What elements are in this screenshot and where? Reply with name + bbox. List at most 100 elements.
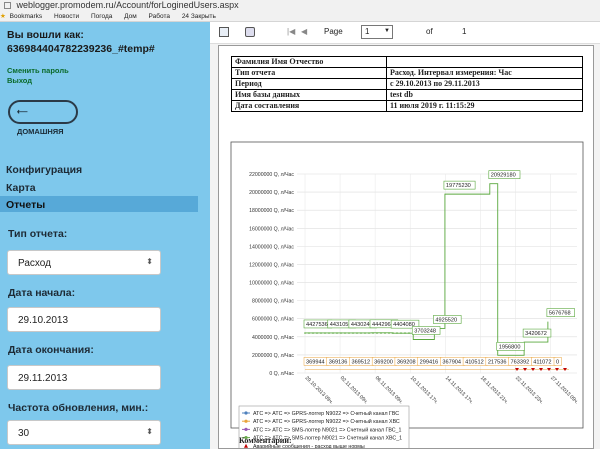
y-tick-label: 10000000 Q, л/Час xyxy=(249,281,294,287)
data-label: 369200 xyxy=(374,359,393,365)
data-label-group: 369512 xyxy=(349,357,375,366)
bookmark-item[interactable]: Работа xyxy=(149,13,170,20)
data-label: 369512 xyxy=(351,359,370,365)
refresh-rate-value: 30 xyxy=(18,428,30,439)
bookmark-item[interactable]: 24 Закрыть xyxy=(182,13,216,20)
y-tick-label: 22000000 Q, л/Час xyxy=(249,172,294,178)
x-tick-label: 10.11.2013 17ч. xyxy=(409,375,439,405)
series-point xyxy=(308,332,310,334)
data-label-group: 367904 xyxy=(440,357,466,366)
star-icon: ★ xyxy=(0,13,6,20)
print-icon[interactable] xyxy=(245,27,255,37)
table-row: Дата составления 11 июля 2019 г. 11:15:29 xyxy=(231,100,583,112)
start-date-value: 29.10.2013 xyxy=(18,315,69,326)
data-label-group: 763392 xyxy=(508,357,534,366)
series-point xyxy=(340,332,342,334)
data-label: 4404080 xyxy=(393,322,415,328)
page-total: 1 xyxy=(462,27,467,36)
table-row: Фамилия Имя Отчество xyxy=(231,56,583,68)
series-point xyxy=(376,332,378,334)
table-cell: 11 июля 2019 г. 11:15:29 xyxy=(386,100,583,112)
y-tick-label: 0 Q, л/Час xyxy=(269,371,294,377)
x-tick-label: 14.11.2013 17ч. xyxy=(444,375,474,405)
data-label: 4431056 xyxy=(330,322,352,328)
end-date-input[interactable]: 29.11.2013 xyxy=(7,365,161,390)
series-point xyxy=(392,332,394,334)
updown-icon: ⬍ xyxy=(146,427,153,436)
table-cell: Расход. Интервал измерения: Час xyxy=(386,67,583,79)
y-tick-label: 20000000 Q, л/Час xyxy=(249,190,294,196)
x-tick-label: 18.11.2013 21ч. xyxy=(479,375,509,405)
y-tick-label: 18000000 Q, л/Час xyxy=(249,208,294,214)
menu-item-config[interactable]: Конфигурация xyxy=(6,164,82,176)
user-id: 636984404782239236_#temp# xyxy=(7,43,155,55)
address-bar[interactable]: weblogger.promodem.ru/Account/forLogined… xyxy=(0,0,600,11)
url-text: weblogger.promodem.ru/Account/forLogined… xyxy=(16,0,239,10)
series-point xyxy=(344,332,346,334)
series-point xyxy=(316,332,318,334)
series-point xyxy=(356,332,358,334)
logout-link[interactable]: Выход xyxy=(7,76,32,85)
data-label-group: 411072 xyxy=(531,357,556,366)
data-label: 217536 xyxy=(488,359,507,365)
data-label: 4430240 xyxy=(351,322,373,328)
report-type-select[interactable]: Расход ⬍ xyxy=(7,250,161,275)
start-date-input[interactable]: 29.10.2013 xyxy=(7,307,161,332)
data-label-group: 19775230 xyxy=(443,180,476,190)
home-button-label: ДОМАШНЯЯ xyxy=(17,127,64,136)
data-label-group: 369944 xyxy=(303,357,329,366)
data-label: 369136 xyxy=(329,359,348,365)
table-cell: Период xyxy=(231,78,387,90)
table-cell: Дата составления xyxy=(231,100,387,112)
menu-item-map[interactable]: Карта xyxy=(6,182,36,194)
series-point xyxy=(364,332,366,334)
series-point xyxy=(348,332,350,334)
first-page-icon[interactable]: |◀ xyxy=(287,27,295,36)
legend-label: АТС => АТС => GPRS-логгер N9022 => Счетн… xyxy=(253,418,400,425)
data-label: 4442968 xyxy=(372,322,394,328)
data-label: 369208 xyxy=(397,359,416,365)
bookmark-item[interactable]: Новости xyxy=(54,13,79,20)
data-label-group: 217536 xyxy=(485,357,511,366)
bookmark-item[interactable]: Погода xyxy=(91,13,112,20)
data-label: 369944 xyxy=(306,359,325,365)
table-cell: Имя базы данных xyxy=(231,89,387,101)
series-point xyxy=(396,332,398,334)
prev-page-icon[interactable]: ◀ xyxy=(301,27,307,36)
change-password-link[interactable]: Сменить пароль xyxy=(7,66,69,75)
series-point xyxy=(380,332,382,334)
export-icon[interactable] xyxy=(219,27,229,37)
comments-label: Комментарии: xyxy=(239,436,292,445)
x-tick-label: 27.11.2013 09ч. xyxy=(549,375,579,405)
data-label: 20929180 xyxy=(491,173,516,179)
consumption-chart: 0 Q, л/Час 2000000 Q, л/Час 4000000 Q, л/Ч… xyxy=(230,141,584,448)
series-point xyxy=(404,332,406,334)
series-point xyxy=(368,332,370,334)
series-point xyxy=(320,332,322,334)
refresh-rate-select[interactable]: 30 ⬍ xyxy=(7,420,161,445)
data-label-group: 369200 xyxy=(371,357,397,366)
legend-marker xyxy=(244,411,248,415)
data-label: 5676768 xyxy=(549,311,571,317)
y-tick-label: 16000000 Q, л/Час xyxy=(249,226,294,232)
data-label: 410512 xyxy=(465,359,484,365)
data-label-group: 299416 xyxy=(417,357,443,366)
data-label-group: 369208 xyxy=(394,357,420,366)
report-info-table: Фамилия Имя Отчество Тип отчета Расход. И… xyxy=(231,56,583,112)
series-point xyxy=(304,332,306,334)
menu-item-reports[interactable]: Отчеты xyxy=(0,196,198,212)
bookmark-item[interactable]: Bookmarks xyxy=(10,13,43,20)
start-date-label: Дата начала: xyxy=(8,287,76,299)
page-select[interactable]: 1 ▼ xyxy=(361,25,393,39)
data-label-group: 20929180 xyxy=(488,170,521,179)
data-label-group: 3420672 xyxy=(522,328,552,338)
home-button[interactable]: ⟵ ДОМАШНЯЯ xyxy=(8,100,78,136)
bookmark-item[interactable]: Дом xyxy=(124,13,137,20)
series-point xyxy=(312,332,314,334)
x-tick-label: 02.11.2013 09ч. xyxy=(339,375,369,405)
y-tick-label: 4000000 Q, л/Час xyxy=(252,335,294,341)
data-label: 19775230 xyxy=(446,183,471,189)
page-select-value: 1 xyxy=(365,27,370,36)
data-label: 411072 xyxy=(533,359,551,365)
table-cell xyxy=(386,56,583,68)
